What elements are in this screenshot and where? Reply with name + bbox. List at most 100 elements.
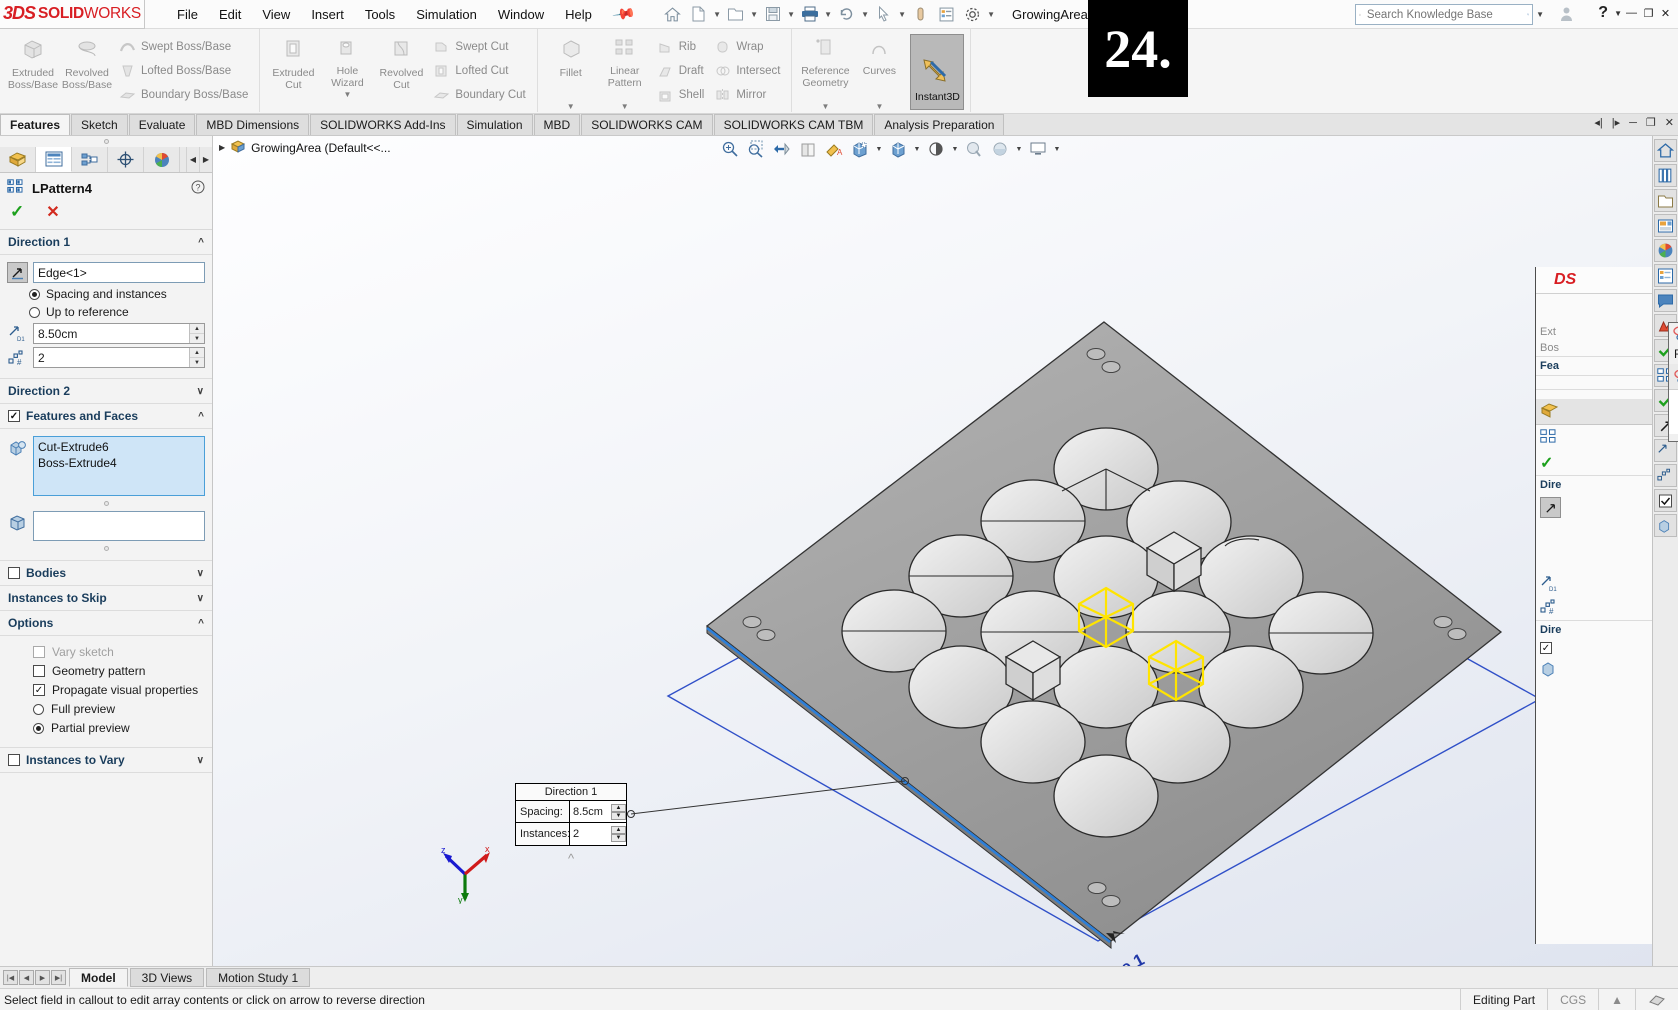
option-geometry-pattern[interactable]: Geometry pattern bbox=[33, 664, 205, 678]
measure-icon[interactable] bbox=[908, 1, 934, 27]
print-caret-icon[interactable]: ▼ bbox=[823, 1, 834, 27]
ribbon-shell[interactable]: Shell bbox=[652, 83, 710, 107]
file-explorer-icon[interactable] bbox=[1654, 189, 1677, 212]
tab-solidworks-add-ins[interactable]: SOLIDWORKS Add-Ins bbox=[310, 114, 456, 135]
panel-collapse-handle[interactable] bbox=[0, 136, 212, 147]
undo-icon[interactable] bbox=[834, 1, 860, 27]
ribbon-lofted-boss-base[interactable]: Lofted Boss/Base bbox=[114, 59, 253, 83]
linear-pattern-dropdown-icon[interactable]: ▼ bbox=[598, 102, 652, 113]
menu-file[interactable]: File bbox=[167, 3, 208, 26]
zoom-to-fit-icon[interactable] bbox=[718, 138, 742, 160]
chevron-down-icon[interactable]: ∨ bbox=[197, 593, 204, 604]
ribbon-draft[interactable]: Draft bbox=[652, 59, 710, 83]
radio-up-to-reference[interactable]: Up to reference bbox=[29, 305, 205, 319]
undo-caret-icon[interactable]: ▼ bbox=[860, 1, 871, 27]
callout-spacing-field[interactable]: 8.5cm ▲ ▼ bbox=[570, 801, 626, 822]
doc-close-button[interactable]: ✕ bbox=[1665, 116, 1674, 129]
list-item[interactable]: Cut-Extrude6 bbox=[38, 439, 200, 455]
3d-model-viewport[interactable]: Plane 1 bbox=[213, 136, 1663, 966]
spin-up-icon[interactable]: ▲ bbox=[190, 324, 204, 334]
select-cursor-icon[interactable] bbox=[871, 1, 897, 27]
first-tab-icon[interactable]: |◀ bbox=[3, 970, 18, 985]
options-list-icon[interactable] bbox=[934, 1, 960, 27]
help-icon[interactable]: ? bbox=[1598, 4, 1608, 22]
next-panel-icon[interactable]: |▸ bbox=[1612, 116, 1620, 129]
tab-feature-tree[interactable] bbox=[0, 147, 36, 172]
menu-help[interactable]: Help bbox=[555, 3, 602, 26]
ribbon-reference-geometry[interactable]: Reference Geometry bbox=[798, 31, 852, 89]
tab-display-manager[interactable] bbox=[144, 147, 180, 172]
tab-solidworks-cam-tbm[interactable]: SOLIDWORKS CAM TBM bbox=[713, 114, 874, 135]
viewport-caret-icon[interactable]: ▼ bbox=[1052, 146, 1062, 153]
direction1-spacing-input[interactable]: 8.50cm ▲ ▼ bbox=[33, 323, 205, 344]
spin-up-icon[interactable]: ▲ bbox=[611, 803, 626, 812]
panel-next-icon[interactable]: ▶ bbox=[199, 147, 212, 172]
section-direction2-header[interactable]: Direction 2 ∨ bbox=[0, 379, 212, 404]
ribbon-swept-boss-base[interactable]: Swept Boss/Base bbox=[114, 35, 253, 59]
select-caret-icon[interactable]: ▼ bbox=[897, 1, 908, 27]
tab-mbd-dimensions[interactable]: MBD Dimensions bbox=[196, 114, 310, 135]
ribbon-lofted-cut[interactable]: Lofted Cut bbox=[428, 59, 530, 83]
new-document-caret-icon[interactable]: ▼ bbox=[712, 1, 723, 27]
instances-stepper[interactable]: ▲ ▼ bbox=[189, 348, 204, 367]
view-orientation-icon[interactable]: A bbox=[822, 138, 846, 160]
reference-geometry-dropdown-icon[interactable]: ▼ bbox=[798, 102, 852, 113]
section-instances-to-vary-header[interactable]: Instances to Vary ∨ bbox=[0, 748, 212, 773]
display-style-caret-icon[interactable]: ▼ bbox=[874, 146, 884, 153]
solidworks-logo[interactable]: 3DS SOLIDWORKS bbox=[0, 0, 145, 29]
zoom-to-area-icon[interactable] bbox=[744, 138, 768, 160]
chevron-down-icon[interactable]: ∨ bbox=[197, 755, 204, 766]
ribbon-boundary-boss-base[interactable]: Boundary Boss/Base bbox=[114, 83, 253, 107]
graphics-area[interactable]: ▶ GrowingArea (Default<<... A ▼ ▼ ▼ ▼ ▼ … bbox=[213, 136, 1678, 966]
tab-analysis-preparation[interactable]: Analysis Preparation bbox=[874, 114, 1005, 135]
minimize-button[interactable]: — bbox=[1623, 4, 1640, 22]
forum-icon[interactable] bbox=[1654, 289, 1677, 312]
bottom-tab-3d-views[interactable]: 3D Views bbox=[129, 968, 205, 987]
menu-tools[interactable]: Tools bbox=[355, 3, 405, 26]
instances-to-vary-checkbox[interactable] bbox=[8, 754, 20, 766]
chevron-up-icon[interactable]: ^ bbox=[198, 411, 204, 422]
hide-show-items-icon[interactable] bbox=[886, 138, 910, 160]
direction1-callout[interactable]: Direction 1 Spacing: 8.5cm ▲ ▼ Instances:… bbox=[515, 783, 627, 846]
instances-count-icon[interactable] bbox=[1654, 464, 1677, 487]
menu-window[interactable]: Window bbox=[488, 3, 554, 26]
print-icon[interactable] bbox=[797, 1, 823, 27]
radio-spacing-and-instances[interactable]: Spacing and instances bbox=[29, 287, 205, 301]
user-account-icon[interactable] bbox=[1559, 6, 1574, 25]
snip-menu-file[interactable]: File bbox=[1674, 347, 1678, 361]
checkbox-icon[interactable] bbox=[33, 665, 45, 677]
checkbox-icon[interactable]: ✓ bbox=[1540, 642, 1552, 654]
accept-button[interactable]: ✓ bbox=[10, 202, 24, 222]
appearances-icon[interactable] bbox=[962, 138, 986, 160]
tab-dimxpert-manager[interactable] bbox=[108, 147, 144, 172]
listbox-resize-handle[interactable] bbox=[7, 499, 205, 508]
fillet-dropdown-icon[interactable]: ▼ bbox=[544, 102, 598, 113]
section-direction1-header[interactable]: Direction 1 ^ bbox=[0, 230, 212, 255]
tab-mbd[interactable]: MBD bbox=[533, 114, 581, 135]
checkbox-check-icon[interactable] bbox=[1654, 489, 1677, 512]
new-document-icon[interactable] bbox=[686, 1, 712, 27]
instant3d-button[interactable]: Instant3D bbox=[910, 34, 965, 110]
tab-simulation[interactable]: Simulation bbox=[456, 114, 533, 135]
snipping-tool-window[interactable]: Snipping Too File Edit Tools New bbox=[1668, 322, 1678, 442]
menu-insert[interactable]: Insert bbox=[301, 3, 354, 26]
direction1-reference-field[interactable]: Edge<1> bbox=[33, 262, 205, 283]
ribbon-boundary-cut[interactable]: Boundary Cut bbox=[428, 83, 530, 107]
save-caret-icon[interactable]: ▼ bbox=[786, 1, 797, 27]
doc-minimize-button[interactable]: ─ bbox=[1629, 117, 1637, 129]
ribbon-extruded-cut[interactable]: Extruded Cut bbox=[266, 31, 320, 91]
open-folder-icon[interactable] bbox=[723, 1, 749, 27]
ribbon-swept-cut[interactable]: Swept Cut bbox=[428, 35, 530, 59]
cancel-button[interactable]: ✕ bbox=[46, 202, 59, 222]
display-style-icon[interactable] bbox=[848, 138, 872, 160]
spin-down-icon[interactable]: ▼ bbox=[611, 834, 626, 842]
pin-icon[interactable]: 📌 bbox=[611, 1, 637, 27]
doc-restore-button[interactable]: ❐ bbox=[1646, 116, 1656, 129]
bodies-checkbox[interactable] bbox=[8, 567, 20, 579]
panel-prev-icon[interactable]: ◀ bbox=[186, 147, 199, 172]
menu-edit[interactable]: Edit bbox=[209, 3, 251, 26]
tab-solidworks-cam[interactable]: SOLIDWORKS CAM bbox=[581, 114, 713, 135]
custom-properties-icon[interactable] bbox=[1654, 264, 1677, 287]
help-caret-icon[interactable]: ▼ bbox=[1614, 9, 1622, 18]
help-icon[interactable]: ? bbox=[191, 180, 205, 197]
